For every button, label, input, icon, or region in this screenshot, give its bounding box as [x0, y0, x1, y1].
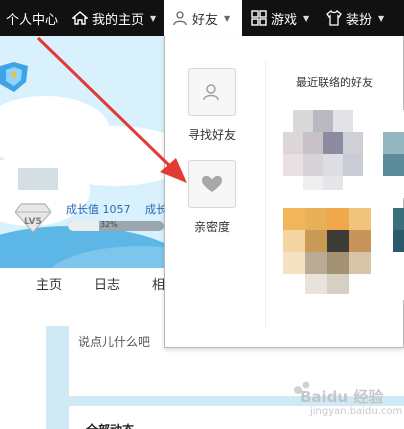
find-friends-button[interactable]	[188, 68, 236, 116]
tab-home[interactable]: 主页	[36, 274, 62, 293]
growth-progress-text: 32%	[100, 220, 118, 229]
nav-friends-label: 好友	[192, 12, 219, 28]
avatar[interactable]	[18, 168, 58, 190]
nav-games[interactable]: 游戏 ▼	[251, 0, 309, 36]
nav-personal-center-label: 个人中心	[6, 12, 59, 28]
growth-value[interactable]: 成长值 1057	[66, 201, 131, 217]
watermark-url: jingyan.baidu.com	[310, 406, 403, 417]
dropdown-divider	[265, 62, 266, 328]
recent-friend-avatar[interactable]	[283, 208, 404, 304]
chevron-down-icon: ▼	[378, 13, 385, 23]
left-info-card	[0, 326, 46, 429]
watermark-brand: Baidu 经验	[300, 388, 384, 406]
nav-friends[interactable]: 好友 ▼	[164, 0, 242, 36]
nav-games-label: 游戏	[271, 12, 298, 28]
nav-my-home[interactable]: 我的主页 ▼	[72, 0, 156, 36]
intimacy-button[interactable]	[188, 160, 236, 208]
feed-title: 全部动态	[86, 421, 134, 429]
recent-friends-title: 最近联络的好友	[296, 76, 373, 89]
nav-personal-center[interactable]: 个人中心	[6, 0, 58, 36]
shirt-icon	[326, 10, 342, 26]
growth-progress-fill	[68, 221, 99, 231]
chevron-down-icon: ▼	[303, 13, 310, 23]
recent-friend-avatar[interactable]	[283, 110, 404, 202]
user-icon	[173, 11, 187, 26]
top-navigation-bar: 个人中心 我的主页 ▼ 好友 ▼ 游戏 ▼ 装扮 ▼	[0, 0, 404, 36]
blurred-avatar-image	[283, 208, 404, 300]
post-placeholder: 说点儿什么吧	[78, 335, 151, 349]
nav-dress[interactable]: 装扮 ▼	[326, 0, 384, 36]
blurred-avatar-image	[283, 110, 404, 198]
level-text: LV5	[24, 217, 42, 227]
grid-icon	[251, 10, 267, 26]
chevron-down-icon: ▼	[150, 13, 157, 23]
nav-dress-label: 装扮	[346, 12, 373, 28]
tab-blog[interactable]: 日志	[94, 274, 120, 293]
home-icon	[72, 11, 88, 25]
vip-badge-icon	[0, 62, 28, 92]
chevron-down-icon: ▼	[224, 13, 231, 23]
find-friends-label[interactable]: 寻找好友	[188, 126, 236, 143]
user-search-icon	[203, 84, 219, 101]
intimacy-label[interactable]: 亲密度	[194, 218, 230, 235]
nav-my-home-label: 我的主页	[92, 12, 145, 28]
heart-icon	[202, 175, 222, 192]
